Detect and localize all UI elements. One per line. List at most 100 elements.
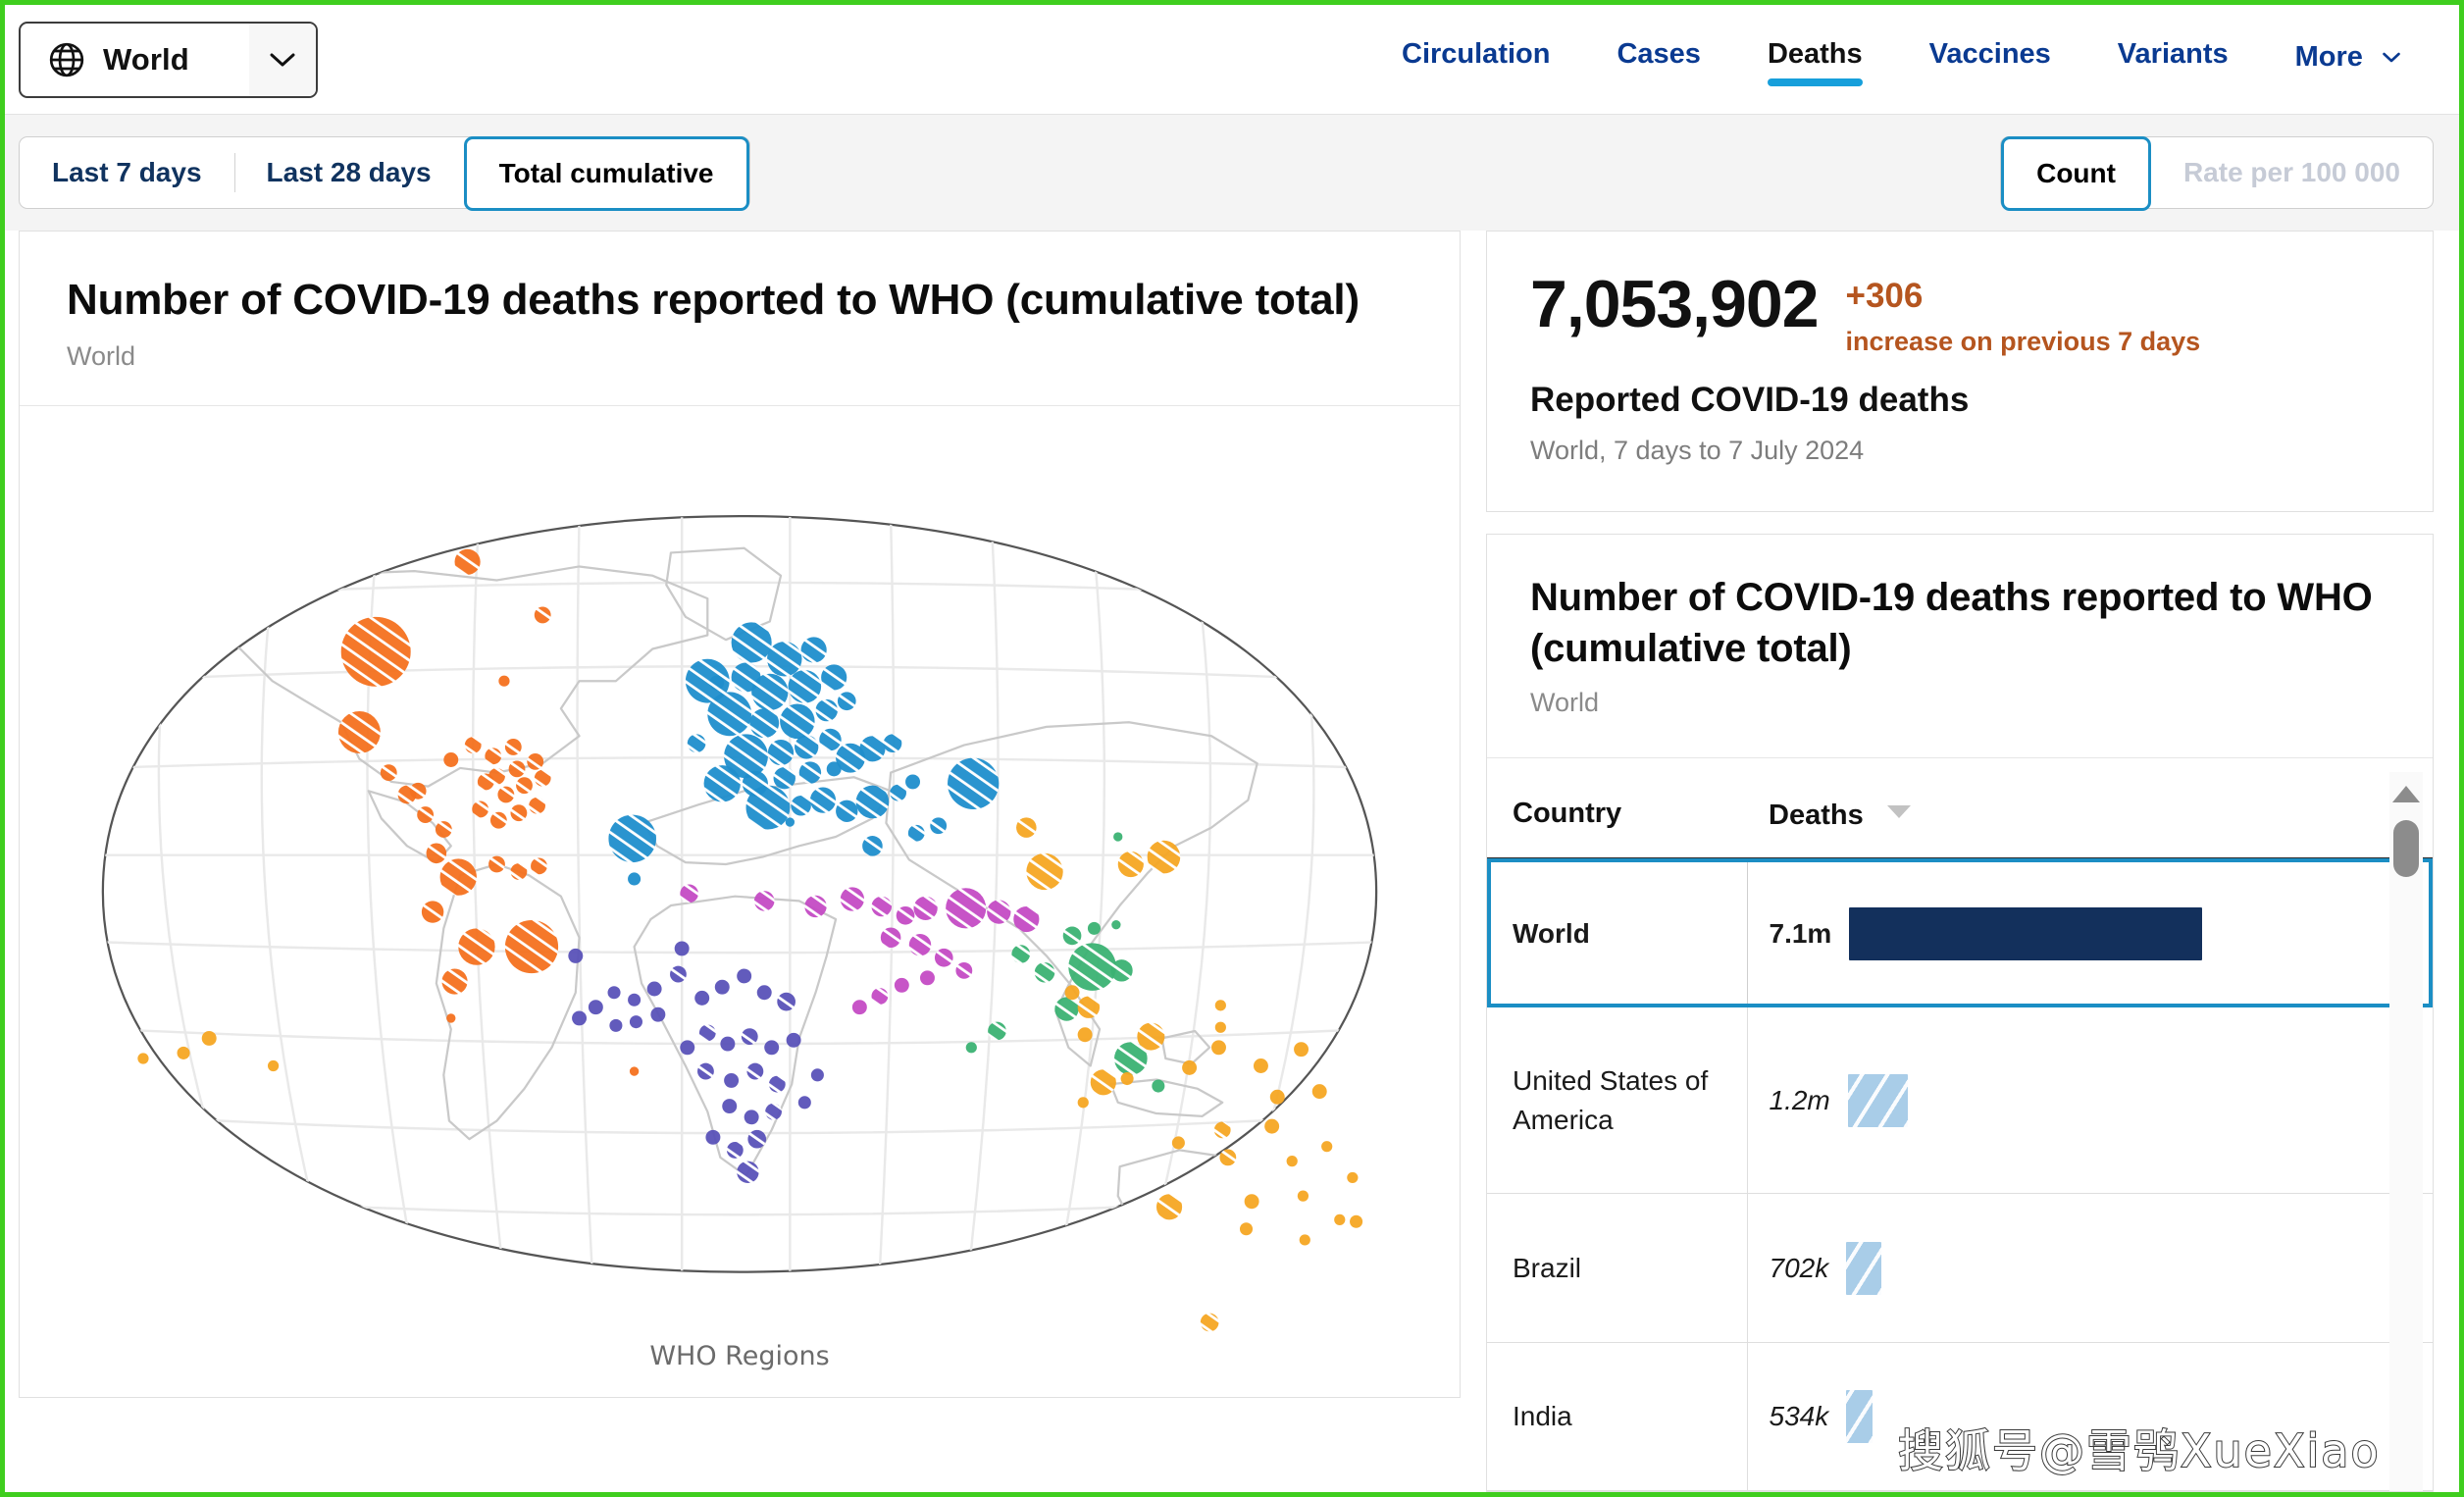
map-bubble[interactable] <box>1286 1156 1298 1167</box>
nav-item-variants[interactable]: Variants <box>2084 28 2262 94</box>
sort-descending-icon[interactable] <box>1885 796 1913 828</box>
map-bubble[interactable] <box>1321 1141 1333 1153</box>
map-bubble[interactable] <box>955 962 973 980</box>
map-bubble[interactable] <box>851 1000 867 1015</box>
map-bubble[interactable] <box>510 804 528 822</box>
map-bubble[interactable] <box>472 800 489 818</box>
map-bubble[interactable] <box>1211 1040 1226 1056</box>
map-bubble[interactable] <box>340 617 411 688</box>
map-bubble[interactable] <box>177 1047 190 1060</box>
map-bubble[interactable] <box>767 740 795 766</box>
tab-count[interactable]: Count <box>2001 136 2151 211</box>
nav-item-deaths[interactable]: Deaths <box>1734 28 1896 94</box>
tab-rate-per-100000[interactable]: Rate per 100 000 <box>2151 137 2433 208</box>
map-bubble[interactable] <box>987 900 1011 925</box>
map-bubble[interactable] <box>809 787 837 814</box>
map-bubble[interactable] <box>694 991 710 1007</box>
table-row[interactable]: United States of America 1.2m <box>1487 1007 2433 1195</box>
map-bubble[interactable] <box>698 1024 716 1042</box>
map-bubble[interactable] <box>380 764 397 782</box>
map-bubble[interactable] <box>765 1104 782 1120</box>
map-bubble[interactable] <box>1299 1234 1310 1246</box>
map-bubble[interactable] <box>485 748 502 765</box>
map-bubble[interactable] <box>988 1021 1006 1041</box>
map-bubble[interactable] <box>773 767 796 790</box>
map-bubble[interactable] <box>687 734 706 753</box>
map-bubble[interactable] <box>837 692 856 711</box>
map-bubble[interactable] <box>650 1007 666 1022</box>
map-bubble[interactable] <box>1214 1000 1226 1011</box>
map-bubble[interactable] <box>439 858 477 897</box>
map-bubble[interactable] <box>1087 922 1101 936</box>
map-bubble[interactable] <box>1200 1313 1219 1332</box>
nav-item-cases[interactable]: Cases <box>1583 28 1733 94</box>
map-bubble[interactable] <box>1244 1194 1259 1210</box>
table-row[interactable]: India 534k <box>1487 1342 2433 1491</box>
map-bubble[interactable] <box>1137 1022 1165 1051</box>
map-bubble[interactable] <box>629 1066 640 1077</box>
map-bubble[interactable] <box>768 1076 786 1093</box>
map-bubble[interactable] <box>201 1031 217 1047</box>
map-bubble[interactable] <box>1013 906 1040 933</box>
region-selector[interactable]: World <box>19 21 318 98</box>
map-bubble[interactable] <box>516 777 533 795</box>
map-bubble[interactable] <box>819 729 842 751</box>
map-bubble[interactable] <box>908 934 932 956</box>
map-bubble[interactable] <box>722 1099 738 1114</box>
map-bubble[interactable] <box>1239 1222 1254 1236</box>
map-bubble[interactable] <box>948 757 1000 810</box>
map-bubble[interactable] <box>337 711 381 754</box>
map-bubble[interactable] <box>883 734 902 753</box>
map-bubble[interactable] <box>529 798 545 814</box>
map-bubble[interactable] <box>746 1062 764 1080</box>
chevron-down-icon[interactable] <box>249 23 316 96</box>
map-bubble[interactable] <box>510 863 528 881</box>
map-bubble[interactable] <box>417 806 435 824</box>
map-bubble[interactable] <box>527 753 544 771</box>
map-bubble[interactable] <box>1011 945 1031 964</box>
region-selector-main[interactable]: World <box>21 24 249 96</box>
map-bubble[interactable] <box>534 770 551 787</box>
map-bubble[interactable] <box>785 817 796 828</box>
map-bubble[interactable] <box>919 970 935 986</box>
map-bubble[interactable] <box>896 906 915 925</box>
map-bubble[interactable] <box>797 1096 811 1110</box>
map-bubble[interactable] <box>705 1130 721 1146</box>
map-bubble[interactable] <box>871 897 893 917</box>
map-bubble[interactable] <box>1077 1027 1093 1043</box>
map-bubble[interactable] <box>798 761 822 785</box>
map-bubble[interactable] <box>680 1040 695 1056</box>
map-bubble[interactable] <box>1016 817 1037 839</box>
map-bubble[interactable] <box>531 857 547 875</box>
map-bubble[interactable] <box>810 1068 824 1082</box>
map-bubble[interactable] <box>767 642 802 677</box>
column-header-deaths[interactable]: Deaths <box>1747 779 2433 860</box>
map-bubble[interactable] <box>680 884 698 903</box>
map-bubble[interactable] <box>477 773 494 791</box>
map-bubble[interactable] <box>731 622 772 663</box>
map-bubble[interactable] <box>1214 1021 1226 1034</box>
map-bubble[interactable] <box>1064 985 1080 1001</box>
bubble-map[interactable] <box>20 406 1460 1341</box>
map-bubble[interactable] <box>946 888 987 929</box>
map-bubble[interactable] <box>646 981 662 997</box>
map-bubble[interactable] <box>443 752 459 768</box>
map-bubble[interactable] <box>409 783 427 800</box>
map-bubble[interactable] <box>720 1036 736 1052</box>
map-bubble[interactable] <box>855 785 890 819</box>
map-bubble[interactable] <box>1334 1214 1346 1226</box>
map-bubble[interactable] <box>488 855 505 873</box>
map-bubble[interactable] <box>441 968 468 995</box>
map-bubble[interactable] <box>880 927 901 949</box>
map-bubble[interactable] <box>815 699 838 722</box>
map-bubble[interactable] <box>726 1142 744 1160</box>
map-bubble[interactable] <box>703 765 741 802</box>
map-bubble[interactable] <box>504 739 522 756</box>
map-bubble[interactable] <box>1111 920 1121 930</box>
map-bubble[interactable] <box>800 637 827 663</box>
map-bubble[interactable] <box>458 928 495 966</box>
map-bubble[interactable] <box>744 1110 759 1125</box>
map-bubble[interactable] <box>1054 997 1079 1022</box>
map-bubble[interactable] <box>737 1161 759 1184</box>
map-bubble[interactable] <box>1062 926 1082 946</box>
